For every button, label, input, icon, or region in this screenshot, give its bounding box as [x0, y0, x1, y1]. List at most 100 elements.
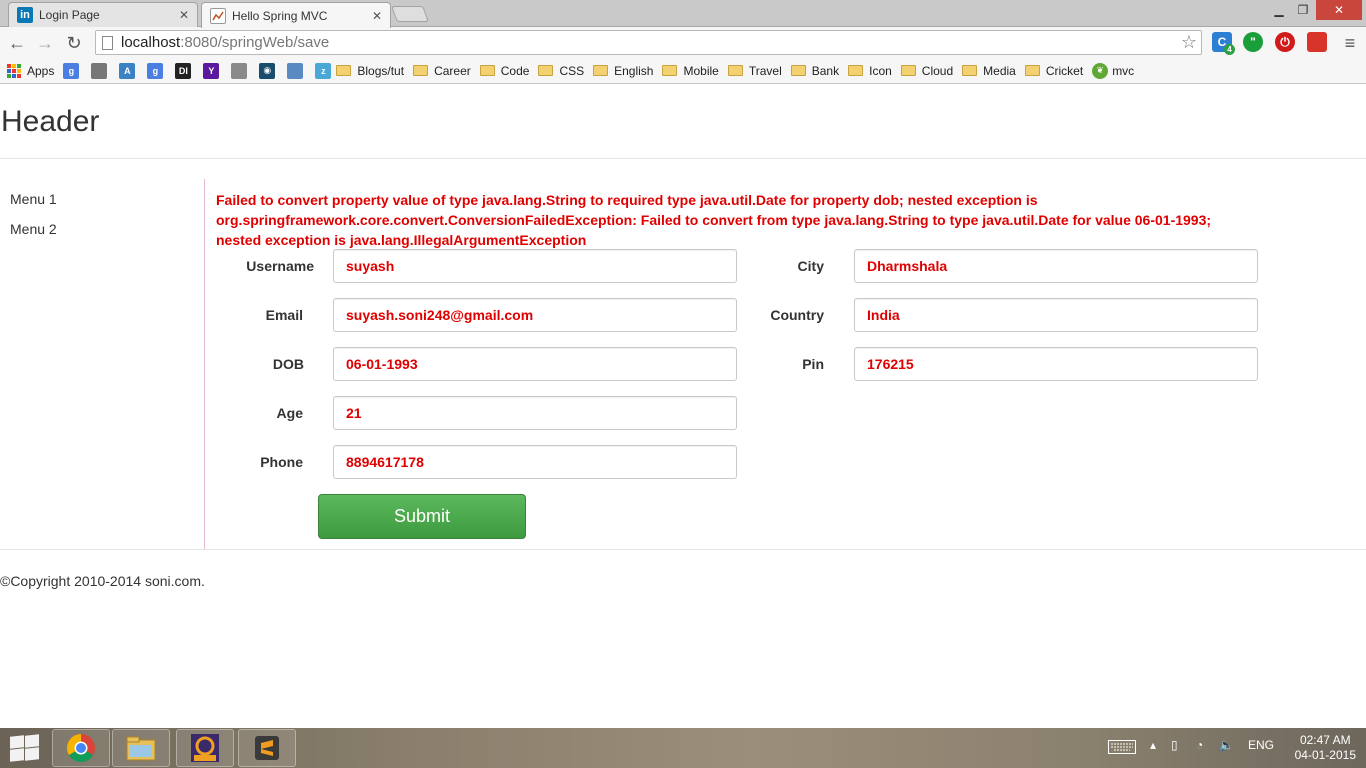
close-window-icon[interactable]: ✕ — [1316, 0, 1362, 20]
error-line: nested exception is java.lang.IllegalArg… — [216, 232, 587, 248]
bookmark-folder-css[interactable]: CSS — [538, 64, 584, 78]
sublime-taskbar-button[interactable] — [238, 729, 296, 767]
email-field[interactable]: suyash.soni248@gmail.com — [333, 298, 737, 332]
sidebar-item-menu-2[interactable]: Menu 2 — [10, 221, 57, 237]
email-label: Email — [265, 307, 303, 323]
address-bar[interactable]: localhost:8080/springWeb/save ☆ — [95, 30, 1202, 55]
country-label: Country — [770, 307, 824, 323]
age-field[interactable]: 21 — [333, 396, 737, 430]
dob-field[interactable]: 06-01-1993 — [333, 347, 737, 381]
folder-icon — [962, 65, 978, 76]
error-line: Failed to convert property value of type… — [216, 192, 1038, 208]
device-icon[interactable]: ▯ — [1171, 738, 1178, 752]
chrome-taskbar-button[interactable] — [52, 729, 110, 767]
clock-time: 02:47 AM — [1299, 733, 1351, 747]
back-icon[interactable]: ← — [6, 32, 28, 54]
bookmark-label: Mobile — [683, 63, 719, 78]
city-field[interactable]: Dharmshala — [854, 249, 1258, 283]
bookmark-label: CSS — [559, 63, 585, 78]
keyboard-icon[interactable] — [1108, 740, 1136, 757]
clock[interactable]: 02:47 AM 04-01-2015 — [1295, 733, 1356, 763]
bookmarks-bar: Apps g A g DI Y ◉ z Blogs/tut Career Cod… — [0, 58, 1366, 84]
profile-icon[interactable] — [91, 62, 108, 79]
bookmark-icon-row: g A g DI Y ◉ z — [63, 62, 332, 79]
spider-icon[interactable] — [231, 62, 248, 79]
page-header: Header — [0, 85, 1366, 159]
bookmark-folder-media[interactable]: Media — [962, 64, 1016, 78]
bookmark-extension-icon[interactable] — [1307, 32, 1327, 52]
show-hidden-icons-icon[interactable]: ▴ — [1150, 738, 1156, 752]
google-icon[interactable]: g — [63, 62, 80, 79]
bookmark-folder-code[interactable]: Code — [479, 64, 529, 78]
error-line: org.springframework.core.convert.Convers… — [216, 212, 1212, 228]
bookmark-apps[interactable]: Apps — [7, 63, 54, 78]
bookmark-label: Career — [434, 63, 471, 78]
bookmark-mvc[interactable]: ❦ mvc — [1092, 62, 1134, 79]
age-label: Age — [276, 405, 303, 421]
page-info-icon[interactable] — [102, 35, 113, 50]
di-icon[interactable]: DI — [175, 62, 192, 79]
folder-icon — [538, 65, 554, 76]
camera-icon[interactable]: ◉ — [259, 62, 276, 79]
new-tab-button[interactable] — [391, 6, 429, 22]
translate-icon[interactable]: A — [119, 62, 136, 79]
page-content: Header Menu 1 Menu 2 Failed to convert p… — [0, 85, 1366, 728]
power-icon[interactable]: ⏻ — [1275, 32, 1295, 52]
bookmark-folder-blogs[interactable]: Blogs/tut — [336, 64, 404, 78]
maximize-icon[interactable]: ❐ — [1292, 0, 1314, 20]
submit-button[interactable]: Submit — [318, 494, 526, 539]
close-icon[interactable]: ✕ — [179, 8, 189, 22]
google-icon[interactable]: g — [147, 62, 164, 79]
city-label: City — [797, 258, 824, 274]
clock-date: 04-01-2015 — [1294, 748, 1356, 762]
windows-start-icon[interactable] — [8, 734, 40, 762]
apps-icon — [7, 63, 21, 78]
volume-icon[interactable]: 🔈 — [1219, 738, 1234, 752]
forward-icon[interactable]: → — [34, 32, 56, 54]
bookmark-folder-cloud[interactable]: Cloud — [900, 64, 953, 78]
bookmark-folder-travel[interactable]: Travel — [727, 63, 782, 78]
username-field[interactable]: suyash — [333, 249, 737, 283]
extension-badge: 4 — [1224, 44, 1235, 55]
country-field[interactable]: India — [854, 298, 1258, 332]
copyright-text: ©Copyright 2010-2014 soni.com. — [0, 573, 205, 589]
page-icon — [210, 7, 226, 24]
folder-icon — [413, 65, 429, 76]
bookmark-label: Media — [983, 63, 1016, 78]
pin-field[interactable]: 176215 — [854, 347, 1258, 381]
network-icon[interactable]: ◔ — [1196, 738, 1203, 752]
folder-icon — [126, 736, 156, 761]
sidebar-item-menu-1[interactable]: Menu 1 — [10, 191, 57, 207]
minimize-icon[interactable]: ▁ — [1268, 0, 1290, 20]
language-indicator[interactable]: ENG — [1248, 738, 1274, 752]
bookmark-label: Icon — [869, 63, 892, 78]
tab-title: Login Page — [39, 8, 100, 22]
eclipse-taskbar-button[interactable] — [176, 729, 234, 767]
hangouts-icon[interactable]: " — [1243, 32, 1263, 52]
window-icon[interactable] — [287, 62, 304, 79]
yahoo-icon[interactable]: Y — [203, 62, 220, 79]
folder-icon — [1024, 65, 1040, 76]
close-icon[interactable]: ✕ — [372, 9, 382, 23]
bookmark-folder-mobile[interactable]: Mobile — [662, 63, 719, 78]
reload-icon[interactable]: ↻ — [63, 32, 85, 54]
spring-leaf-icon: ❦ — [1092, 62, 1109, 79]
bookmark-star-icon[interactable]: ☆ — [1181, 32, 1197, 53]
menu-icon[interactable]: ≡ — [1339, 32, 1361, 54]
tab-login-page[interactable]: in Login Page ✕ — [8, 2, 198, 27]
bookmark-folder-bank[interactable]: Bank — [790, 63, 840, 78]
phone-field[interactable]: 8894617178 — [333, 445, 737, 479]
bookmark-label: English — [614, 63, 654, 78]
zen-icon[interactable]: z — [315, 62, 332, 79]
bookmark-folder-english[interactable]: English — [593, 64, 653, 78]
bookmark-folder-career[interactable]: Career — [413, 64, 471, 78]
bookmark-folder-cricket[interactable]: Cricket — [1024, 64, 1083, 78]
linkedin-icon: in — [17, 7, 33, 23]
bookmark-label: Bank — [811, 63, 840, 78]
username-label: Username — [246, 258, 314, 274]
tab-hello-spring-mvc[interactable]: Hello Spring MVC ✕ — [201, 2, 391, 28]
file-explorer-taskbar-button[interactable] — [112, 729, 170, 767]
folder-icon — [593, 65, 609, 76]
bookmark-folder-icon[interactable]: Icon — [848, 64, 892, 78]
bookmark-label: Travel — [748, 63, 782, 78]
